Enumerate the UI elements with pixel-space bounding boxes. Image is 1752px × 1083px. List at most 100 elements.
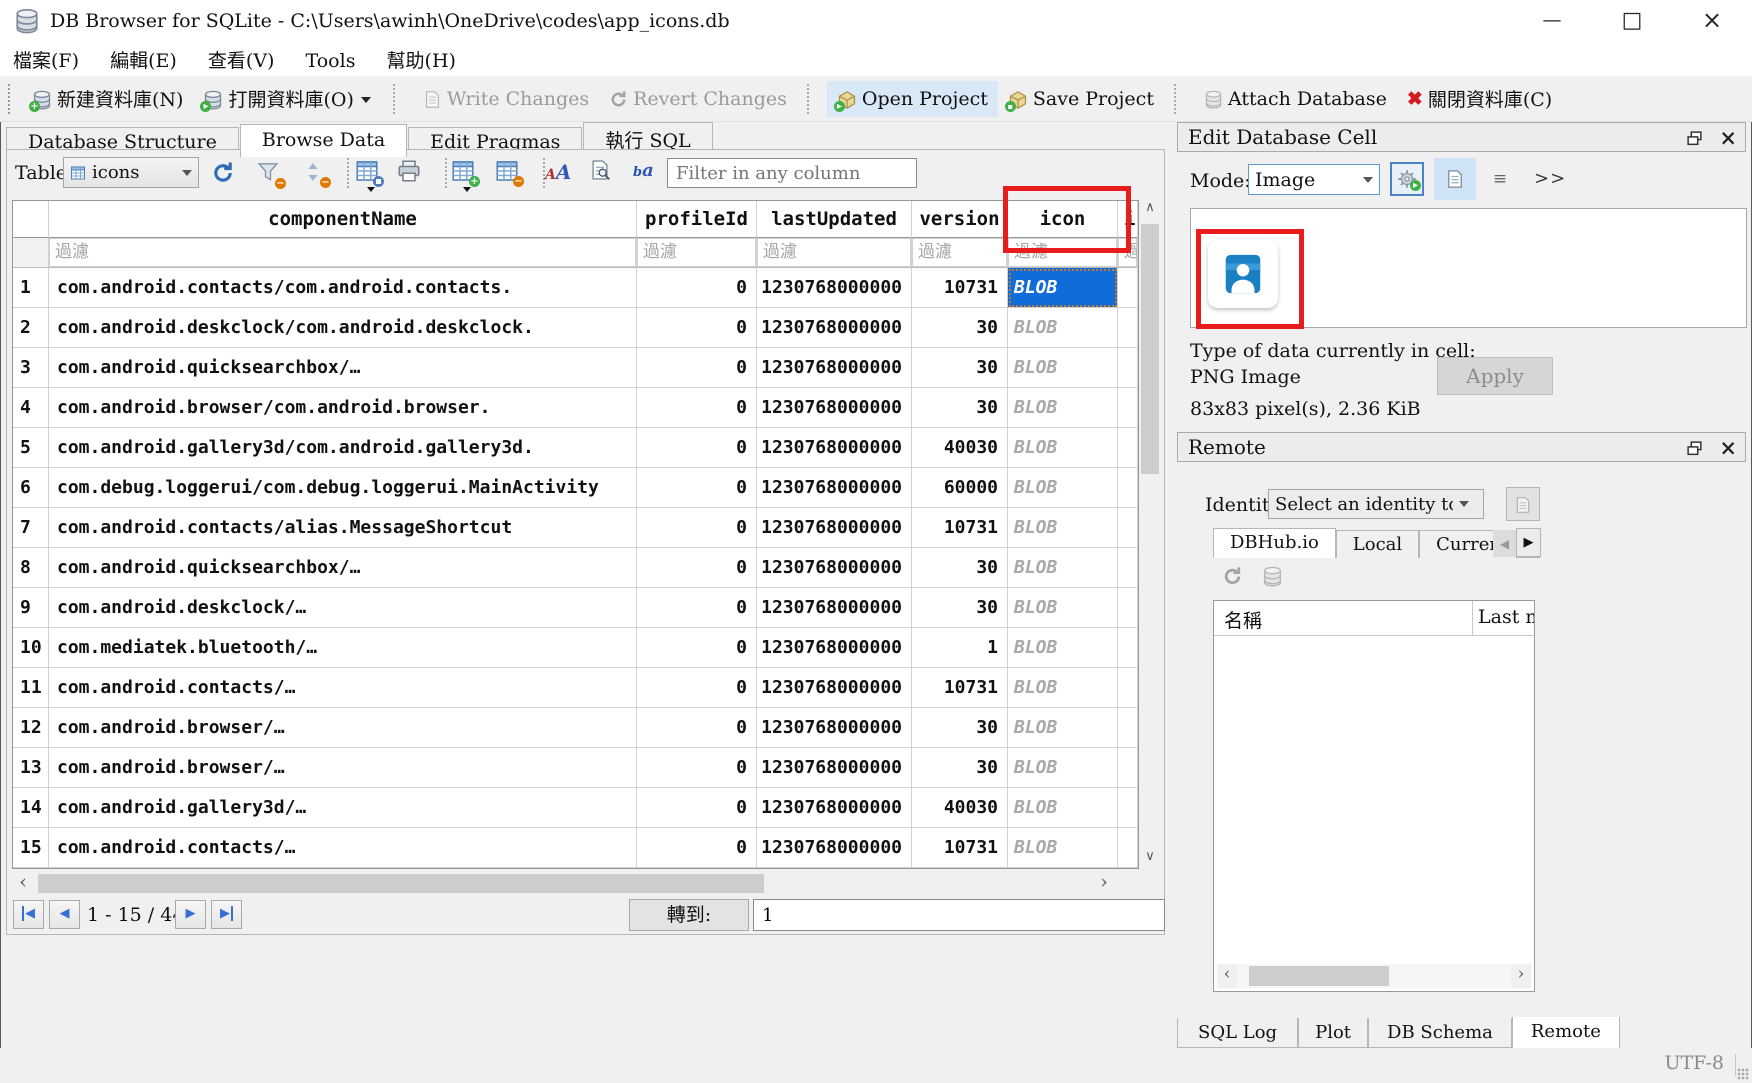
remote-tab-dbhub[interactable]: DBHub.io [1213,528,1336,558]
import-data-button[interactable]: ▸ [1390,162,1424,196]
cell-icon[interactable]: BLOB [1008,388,1118,428]
cell-icon[interactable]: BLOB [1008,548,1118,588]
connect-identity-button[interactable] [1506,487,1540,521]
cell-version[interactable]: 10731 [912,268,1008,308]
cell-extra[interactable] [1118,268,1138,308]
cell-componentName[interactable]: com.mediatek.bluetooth/… [49,628,637,668]
float-dock-icon[interactable] [1686,130,1703,147]
scroll-left-icon[interactable]: ‹ [12,872,34,895]
delete-record-button[interactable]: − [495,159,521,185]
cell-profileId[interactable]: 0 [637,348,757,388]
filter-componentName[interactable]: 過濾 [49,238,637,268]
cell-extra[interactable] [1118,388,1138,428]
cell-lastUpdated[interactable]: 1230768000000 [757,508,912,548]
cell-extra[interactable] [1118,628,1138,668]
remote-refresh-button[interactable] [1222,566,1243,587]
revert-changes-button[interactable]: Revert Changes [599,81,797,117]
cell-icon[interactable]: BLOB [1008,828,1118,868]
tab-browse-data[interactable]: Browse Data [240,124,407,157]
close-dock-icon[interactable]: × [1719,438,1737,458]
cell-version[interactable]: 30 [912,308,1008,348]
vertical-scroll-thumb[interactable] [1141,224,1159,474]
scroll-left-icon[interactable]: ‹ [1217,964,1237,988]
cell-lastUpdated[interactable]: 1230768000000 [757,308,912,348]
col-header-componentName[interactable]: componentName [49,201,637,238]
first-page-button[interactable]: ◀ [13,900,44,929]
col-header-profileId[interactable]: profileId [637,201,757,238]
cell-componentName[interactable]: com.android.deskclock/com.android.deskcl… [49,308,637,348]
float-dock-icon[interactable] [1686,440,1703,457]
menu-edit[interactable]: 編輯(E) [97,42,190,77]
cell-extra[interactable] [1118,668,1138,708]
cell-profileId[interactable]: 0 [637,388,757,428]
dock-tab-sql-log[interactable]: SQL Log [1177,1018,1298,1048]
clear-sorting-button[interactable]: − [303,161,329,187]
filter-profileId[interactable]: 過濾 [637,238,757,268]
attach-database-button[interactable]: Attach Database [1194,81,1397,117]
cell-componentName[interactable]: com.android.browser/com.android.browser. [49,388,637,428]
cell-componentName[interactable]: com.android.gallery3d/… [49,788,637,828]
cell-extra[interactable] [1118,428,1138,468]
cell-componentName[interactable]: com.android.deskclock/… [49,588,637,628]
cell-version[interactable]: 40030 [912,428,1008,468]
goto-button[interactable]: 轉到: [629,899,749,931]
close-dock-icon[interactable]: × [1719,128,1737,148]
cell-icon[interactable]: BLOB [1008,348,1118,388]
menu-view[interactable]: 查看(V) [195,42,288,77]
insert-record-dropdown-icon[interactable] [463,187,471,196]
cell-profileId[interactable]: 0 [637,308,757,348]
cell-profileId[interactable]: 0 [637,588,757,628]
resize-grip[interactable] [1737,1068,1749,1080]
filter-version[interactable]: 過濾 [912,238,1008,268]
scroll-right-icon[interactable]: › [1093,872,1115,895]
scroll-down-icon[interactable]: ∨ [1139,849,1161,869]
cell-version[interactable]: 10731 [912,668,1008,708]
cell-lastUpdated[interactable]: 1230768000000 [757,468,912,508]
cell-icon[interactable]: BLOB [1008,748,1118,788]
menu-file[interactable]: 檔案(F) [0,42,92,77]
text-mode-button[interactable] [1434,158,1476,200]
word-wrap-button[interactable]: ≡ [1486,166,1514,192]
dock-tab-db-schema[interactable]: DB Schema [1368,1018,1512,1048]
cell-extra[interactable] [1118,708,1138,748]
remote-col-last-modified[interactable]: Last mo [1478,606,1534,628]
col-header-lastUpdated[interactable]: lastUpdated [757,201,912,238]
cell-icon[interactable]: BLOB [1008,428,1118,468]
col-header-version[interactable]: version [912,201,1008,238]
menu-help[interactable]: 幫助(H) [374,42,469,77]
open-database-button[interactable]: ▸ 打開資料庫(O) [193,78,382,119]
refresh-table-button[interactable] [211,161,237,187]
cell-componentName[interactable]: com.debug.loggerui/com.debug.loggerui.Ma… [49,468,637,508]
apply-button[interactable]: Apply [1437,357,1553,395]
cell-profileId[interactable]: 0 [637,468,757,508]
cell-profileId[interactable]: 0 [637,548,757,588]
cell-profileId[interactable]: 0 [637,628,757,668]
cell-extra[interactable] [1118,548,1138,588]
cell-componentName[interactable]: com.android.contacts/… [49,668,637,708]
scroll-right-icon[interactable]: › [1511,964,1531,988]
mode-select[interactable]: Image [1248,164,1380,195]
cell-icon[interactable]: BLOB [1008,508,1118,548]
new-database-button[interactable]: + 新建資料庫(N) [22,78,193,119]
cell-extra[interactable] [1118,468,1138,508]
cell-version[interactable]: 30 [912,708,1008,748]
cell-extra[interactable] [1118,308,1138,348]
tab-scroll-left-icon[interactable]: ◀ [1493,530,1516,557]
cell-icon[interactable]: BLOB [1008,788,1118,828]
cell-version[interactable]: 10731 [912,508,1008,548]
close-database-button[interactable]: ✖ 關閉資料庫(C) [1397,78,1562,119]
save-project-button[interactable]: ▪ Save Project [998,81,1164,117]
cell-profileId[interactable]: 0 [637,428,757,468]
cell-lastUpdated[interactable]: 1230768000000 [757,828,912,868]
cell-version[interactable]: 30 [912,588,1008,628]
cell-icon[interactable]: BLOB [1008,628,1118,668]
corner-header[interactable] [13,201,49,238]
cell-profileId[interactable]: 0 [637,828,757,868]
close-button[interactable]: × [1672,0,1752,41]
open-project-button[interactable]: ▸ Open Project [827,81,998,117]
horizontal-scroll-thumb[interactable] [38,874,764,893]
cell-lastUpdated[interactable]: 1230768000000 [757,348,912,388]
cell-componentName[interactable]: com.android.browser/… [49,748,637,788]
column-divider[interactable] [1472,601,1473,635]
remote-col-name[interactable]: 名稱 [1224,606,1262,633]
